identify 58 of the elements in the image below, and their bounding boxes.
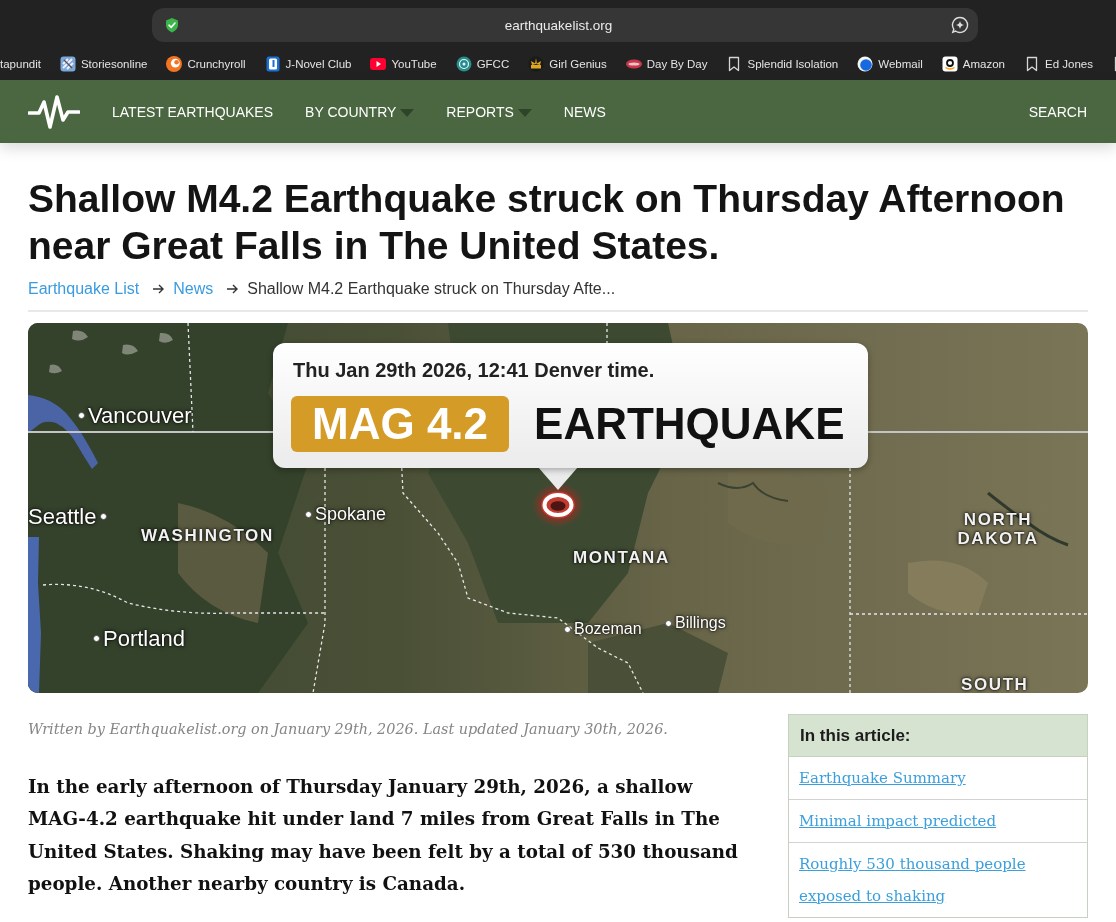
callout-tail-icon: [538, 467, 578, 491]
city-dot-icon: [665, 619, 672, 627]
magnitude-badge: MAG 4.2: [291, 396, 510, 452]
address-field[interactable]: earthquakelist.org: [152, 8, 978, 42]
article-title: Shallow M4.2 Earthquake struck on Thursday Afternoon near Great Falls in The United States.: [28, 176, 1066, 269]
map-label: Portland: [103, 626, 185, 651]
bookmark-link[interactable]: GFCC: [455, 56, 510, 72]
byline: Written by Earthquakelist.org on January 29th, 2026. Last updated January 30th, 2026.: [28, 720, 669, 739]
map-label: Seattle: [28, 504, 97, 529]
shield-icon: [164, 17, 180, 33]
region-label: MONTANA: [573, 548, 670, 568]
nav-link[interactable]: NEWS: [563, 103, 606, 120]
breadcrumb-current: Shallow M4.2 Earthquake struck on Thursday Afte...: [247, 280, 616, 298]
epicenter-marker-icon: [532, 483, 584, 527]
crown-icon: [528, 56, 545, 72]
map-label: Bozeman: [574, 620, 642, 638]
ring-icon: [455, 56, 472, 72]
play-icon: [370, 56, 387, 72]
bookmark-link[interactable]: Girl Genius: [528, 56, 607, 72]
disc-icon: [857, 56, 874, 72]
city-dot-icon: [78, 412, 85, 419]
bookmark-link[interactable]: Crunchyroll: [166, 56, 246, 72]
bookmark-link[interactable]: J-Novel Club: [264, 56, 352, 72]
card-icon: [264, 56, 281, 72]
tile-icon: [59, 56, 76, 72]
bookmark-link[interactable]: Splendid Isolation: [726, 56, 839, 72]
region-label: SOUTH: [961, 678, 1029, 692]
city-dot-icon: [305, 511, 312, 518]
bookmark-link[interactable]: YouTube: [370, 56, 437, 72]
city-dot-icon: [564, 625, 571, 633]
arrow-icon: [226, 284, 239, 294]
callout-time: Thu Jan 29th 2026, 12:41 Denver time.: [292, 358, 656, 382]
map-label: Billings: [675, 614, 726, 632]
bookmark-icon: [1024, 56, 1040, 72]
bookmark-link[interactable]: Webmail: [857, 56, 923, 72]
toc-header: In this article:: [789, 715, 1087, 757]
smile-tile-icon: [941, 56, 958, 72]
city-dot-icon: [99, 513, 107, 520]
bookmark-link[interactable]: Amazon: [941, 56, 1005, 72]
bookmark-link[interactable]: Ed Jones: [1024, 56, 1093, 72]
map-label: Spokane: [315, 504, 387, 525]
arrow-icon: [152, 284, 165, 294]
nav-link[interactable]: BY COUNTRY: [305, 103, 415, 120]
lead-paragraph: In the early afternoon of Thursday January 29th, 2026, a shallow MAG-4.2 earthquake hit under land 7 miles from Great Falls in The United States. Shaking may have been felt by a total of 530 thousand people. Another nearby country is Canada.: [28, 775, 738, 896]
region-label: WASHINGTON: [141, 526, 274, 546]
callout-headline: EARTHQUAKE: [534, 399, 845, 449]
nav-link[interactable]: REPORTS: [446, 103, 532, 120]
bookmark-link[interactable]: Day By Day: [625, 56, 708, 72]
bookmark-link[interactable]: Storiesonline: [59, 56, 148, 72]
crescent-circle-icon: [166, 56, 183, 72]
pulse-logo-icon[interactable]: [28, 93, 80, 130]
search-link[interactable]: SEARCH: [1028, 103, 1087, 120]
region-label: NORTH DAKOTA: [956, 510, 1040, 548]
nav-link[interactable]: LATEST EARTHQUAKES: [112, 103, 274, 120]
chat-sparkle-icon[interactable]: [951, 16, 969, 34]
map-label: Vancouver: [88, 403, 192, 428]
bookmark-link[interactable]: tapundit: [0, 58, 41, 70]
city-dot-icon: [93, 635, 100, 642]
